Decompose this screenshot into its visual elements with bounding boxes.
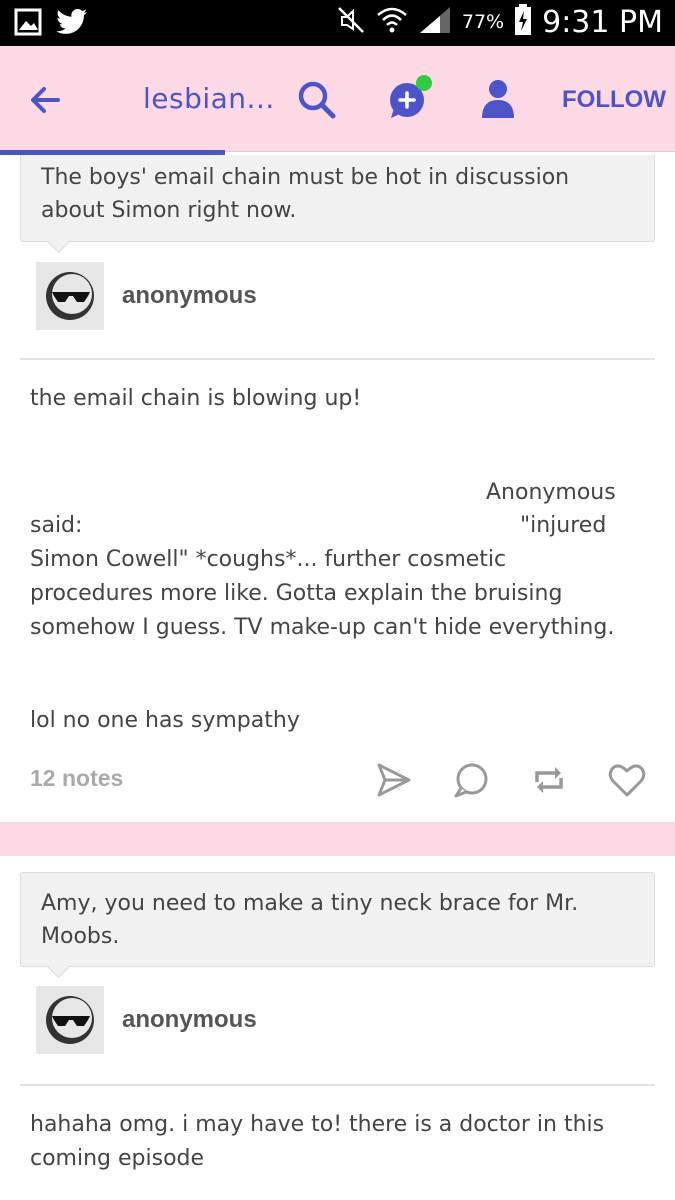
notes-count[interactable]: 12 notes — [30, 765, 123, 792]
quote-text: somehow I guess. TV make-up can't hide e… — [30, 615, 615, 640]
asker-row[interactable]: anonymous — [36, 986, 257, 1054]
post-separator — [0, 822, 675, 856]
search-icon[interactable] — [296, 79, 338, 121]
answer-line: lol no one has sympathy — [30, 708, 300, 733]
quote-said: said: — [30, 513, 83, 538]
signal-icon — [418, 5, 452, 39]
gallery-icon — [14, 8, 42, 40]
asker-row[interactable]: anonymous — [36, 262, 257, 330]
wifi-icon — [376, 5, 408, 39]
status-bar: 77% 9:31 PM — [0, 0, 675, 46]
like-icon[interactable] — [607, 760, 647, 800]
new-message-icon[interactable] — [386, 74, 434, 122]
battery-icon — [514, 4, 532, 40]
avatar-sunglasses-icon[interactable] — [36, 986, 104, 1054]
reblog-icon[interactable] — [529, 760, 569, 800]
avatar-sunglasses-icon[interactable] — [36, 262, 104, 330]
reply-icon[interactable] — [451, 760, 491, 800]
back-arrow-icon[interactable] — [26, 80, 66, 120]
asker-name: anonymous — [122, 1006, 257, 1033]
question-box: Amy, you need to make a tiny neck brace … — [20, 872, 655, 967]
asker-name: anonymous — [122, 282, 257, 309]
twitter-icon — [56, 8, 88, 40]
question-text: Amy, you need to make a tiny neck brace … — [41, 891, 579, 949]
question-box: The boys' email chain must be hot in dis… — [20, 155, 655, 242]
answer-line: hahaha omg. i may have to! there is a do… — [30, 1112, 605, 1137]
answer-line: coming episode — [30, 1146, 205, 1171]
answer-line: the email chain is blowing up! — [30, 386, 362, 411]
person-icon[interactable] — [480, 78, 516, 120]
follow-button[interactable]: FOLLOW — [562, 86, 666, 114]
blog-name[interactable]: lesbian... — [143, 82, 275, 115]
mute-icon — [336, 5, 366, 39]
battery-percent: 77% — [461, 11, 505, 33]
clock: 9:31 PM — [542, 4, 663, 40]
blog-header: lesbian... FOLLOW — [0, 46, 675, 152]
divider — [20, 1084, 655, 1086]
share-icon[interactable] — [374, 760, 414, 800]
quote-author[interactable]: Anonymous — [486, 476, 616, 510]
question-text: The boys' email chain must be hot in dis… — [41, 165, 570, 223]
quote-text: procedures more like. Gotta explain the … — [30, 581, 563, 606]
divider — [20, 358, 655, 360]
quote-text: "injured — [520, 513, 607, 538]
quote-text: Simon Cowell" *coughs*... further cosmet… — [30, 547, 507, 572]
